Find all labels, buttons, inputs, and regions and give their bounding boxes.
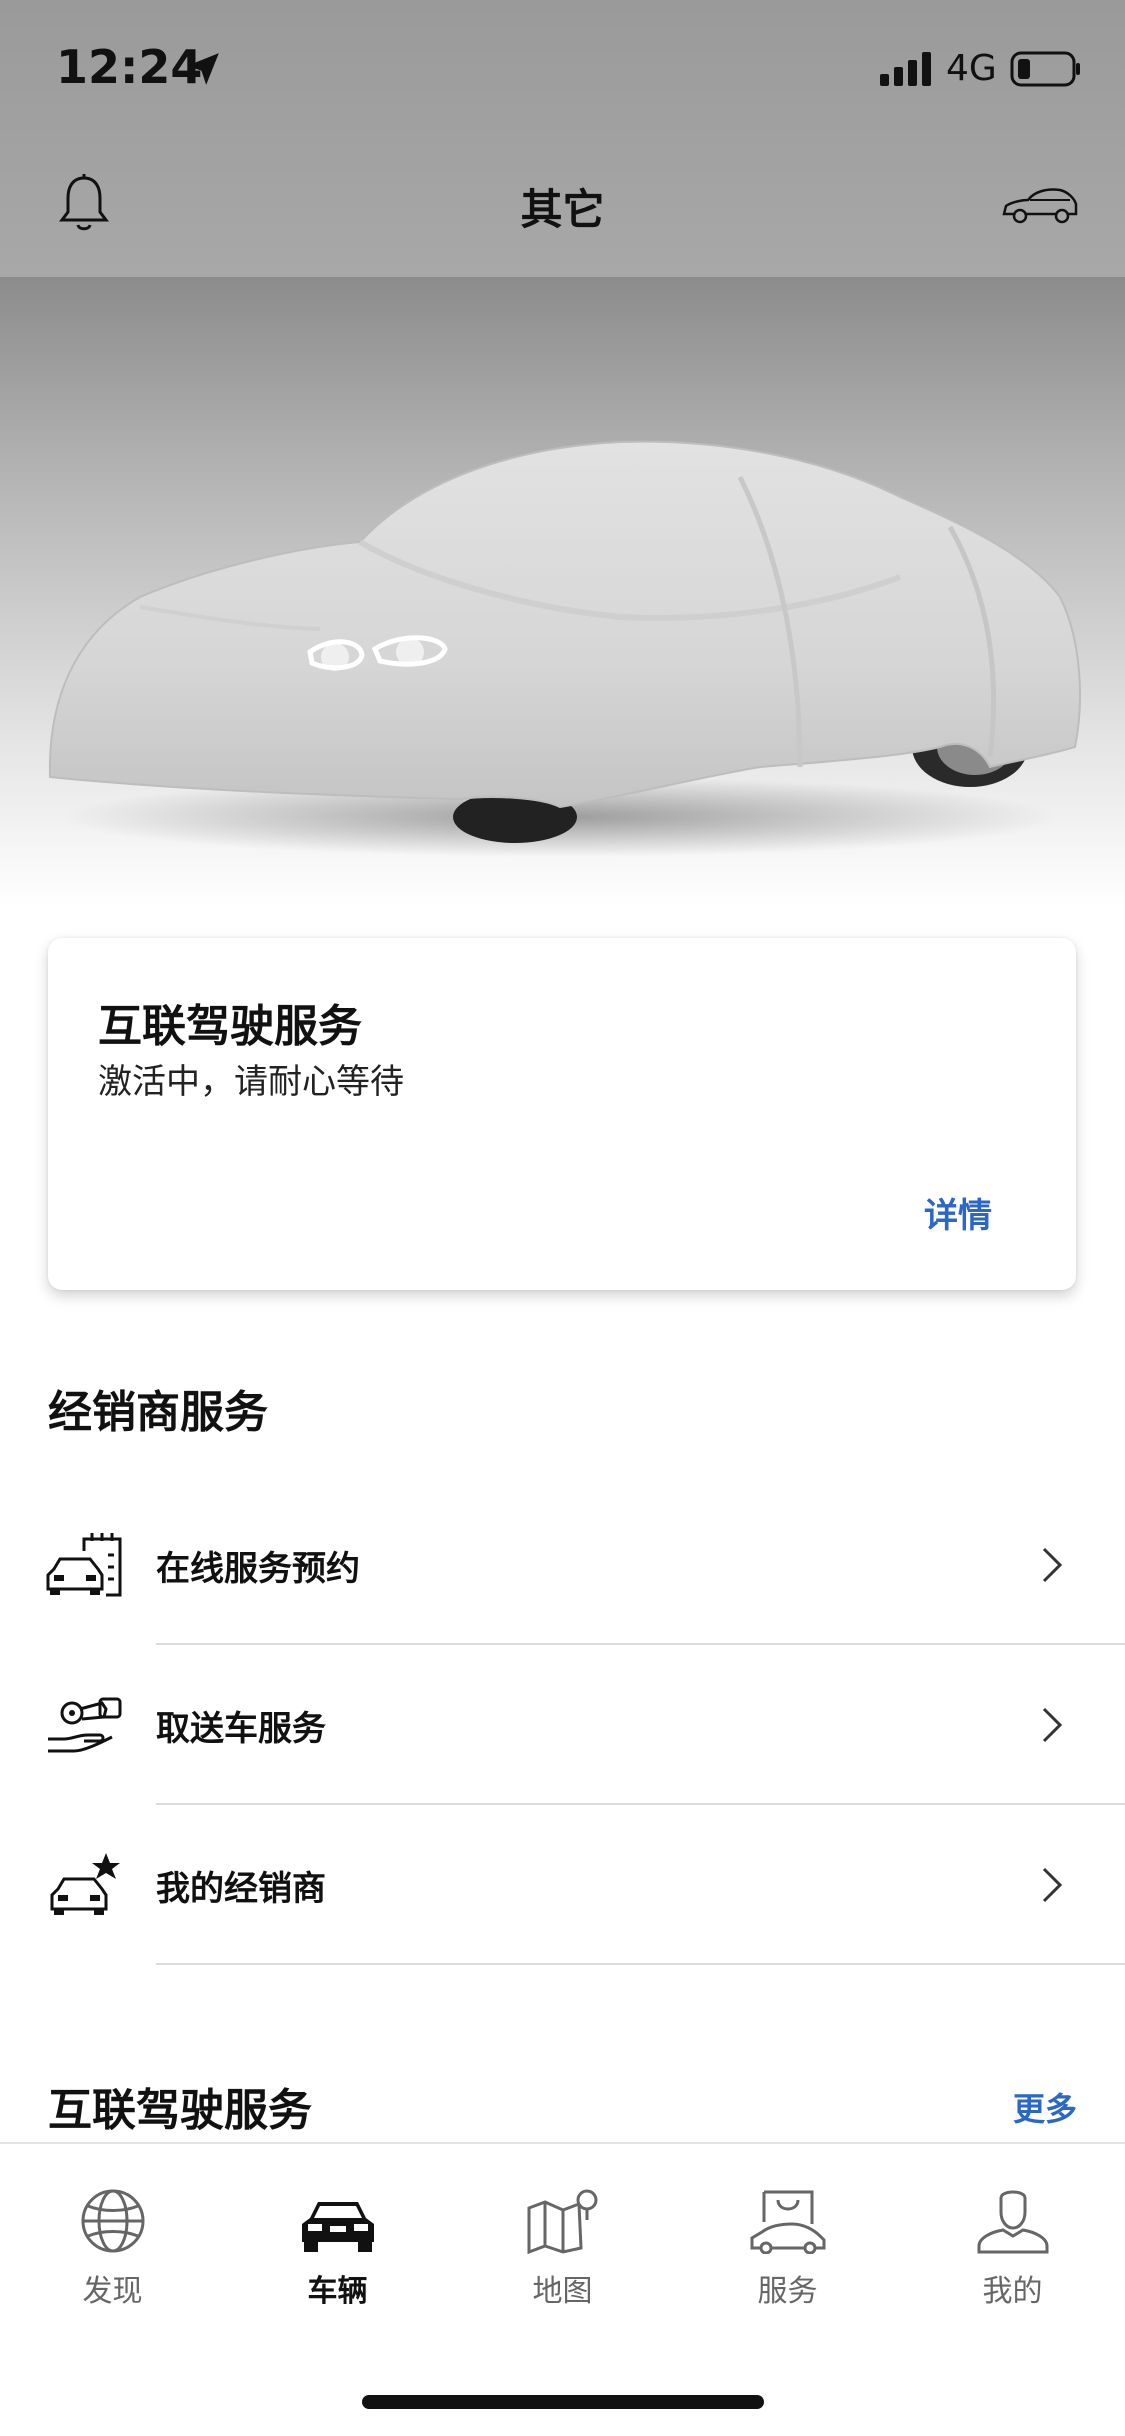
tab-profile[interactable]: 我的	[900, 2188, 1125, 2318]
page-title: 其它	[520, 185, 605, 234]
map-icon	[527, 2189, 597, 2254]
list-item-pickup-delivery[interactable]: 取送车服务	[0, 1645, 1125, 1805]
chevron-right-icon	[1042, 1547, 1063, 1583]
chevron-right-icon	[1042, 1707, 1063, 1743]
tab-label: 车辆	[307, 2274, 368, 2309]
chevron-right-icon	[1042, 1867, 1063, 1903]
card-status-text: 激活中，请耐心等待	[98, 1062, 404, 1102]
tab-map[interactable]: 地图	[450, 2188, 675, 2318]
list-item-my-dealer[interactable]: 我的经销商	[0, 1805, 1125, 1965]
tab-vehicle[interactable]: 车辆	[225, 2188, 450, 2318]
globe-icon	[81, 2189, 144, 2253]
dealer-services-title: 经销商服务	[48, 1387, 268, 1438]
tab-label: 发现	[82, 2274, 143, 2309]
header: 其它	[0, 140, 1125, 277]
top-area: 12:24 4G 其它	[0, 0, 1125, 277]
more-link[interactable]: 更多	[1013, 2084, 1077, 2130]
tab-discover[interactable]: 发现	[0, 2188, 225, 2318]
card-title: 互联驾驶服务	[98, 1001, 362, 1052]
details-link[interactable]: 详情	[924, 1188, 992, 1237]
tab-label: 地图	[532, 2274, 593, 2309]
divider	[156, 1963, 1125, 1965]
vehicle-hero-image	[0, 277, 1125, 907]
list-item-label: 我的经销商	[156, 1869, 326, 1909]
car-switch-icon[interactable]	[1000, 180, 1080, 228]
status-bar: 12:24 4G	[0, 0, 1125, 140]
tab-label: 服务	[757, 2274, 818, 2309]
connected-drive-card: 互联驾驶服务 激活中，请耐心等待 详情	[48, 938, 1076, 1290]
connected-services-title: 互联驾驶服务	[48, 2085, 312, 2136]
person-icon	[977, 2190, 1048, 2254]
tab-label: 我的	[982, 2274, 1043, 2309]
tab-bar: 发现 车辆 地图 服务 我的	[0, 2142, 1125, 2436]
status-time: 12:24	[56, 40, 203, 94]
car-icon	[301, 2202, 374, 2252]
location-arrow-icon	[187, 53, 219, 85]
battery-icon	[1010, 51, 1080, 87]
key-hand-icon	[48, 1697, 122, 1753]
car-star-icon	[50, 1853, 120, 1915]
home-indicator	[362, 2395, 764, 2409]
network-type: 4G	[946, 48, 997, 89]
car-calendar-icon	[46, 1533, 122, 1597]
signal-icon	[880, 52, 931, 86]
list-item-label: 取送车服务	[156, 1709, 326, 1749]
list-item-online-booking[interactable]: 在线服务预约	[0, 1485, 1125, 1645]
shopping-car-icon	[750, 2190, 825, 2254]
tab-services[interactable]: 服务	[675, 2188, 900, 2318]
covered-car-illustration	[48, 440, 1081, 857]
list-item-label: 在线服务预约	[156, 1549, 360, 1589]
